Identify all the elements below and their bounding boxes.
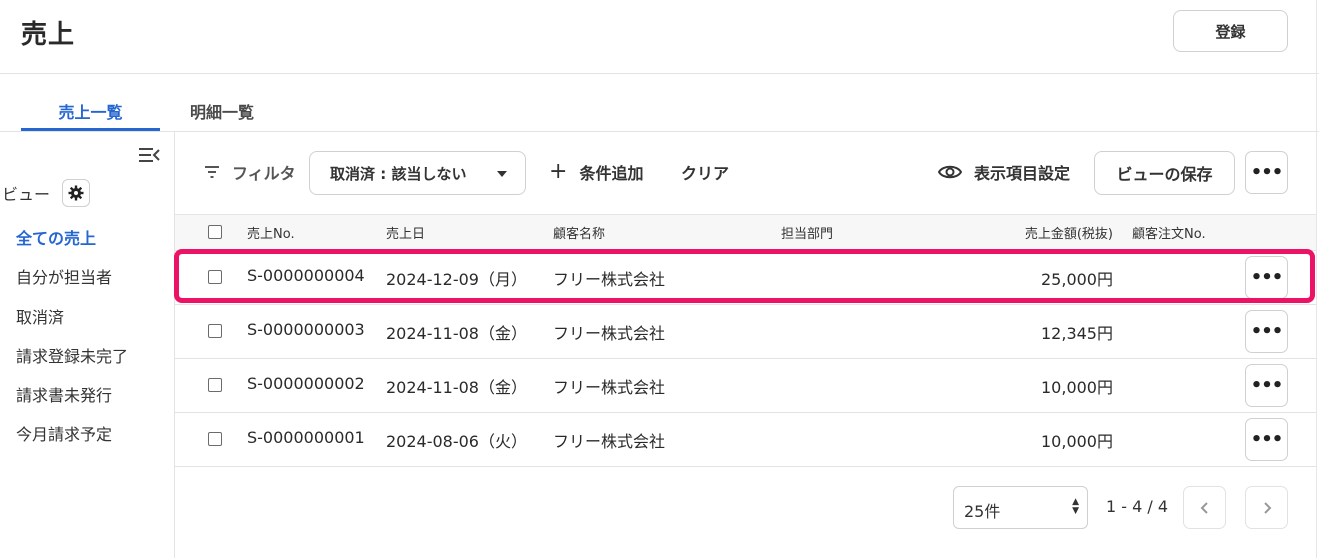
view-settings-button[interactable] <box>62 179 90 207</box>
row-sales-no[interactable]: S-0000000001 <box>247 428 365 447</box>
column-header-sales-date[interactable]: 売上日 <box>386 223 425 242</box>
row-divider <box>175 358 1316 359</box>
row-sales-no[interactable]: S-0000000004 <box>247 266 365 285</box>
more-horizontal-icon: ••• <box>1250 267 1284 288</box>
column-header-order-no[interactable]: 顧客注文No. <box>1132 223 1206 242</box>
view-section-label: ビュー <box>2 185 51 204</box>
chevron-right-icon <box>1263 501 1271 514</box>
eye-icon <box>938 165 962 179</box>
prev-page-button[interactable] <box>1183 486 1226 529</box>
row-customer: フリー株式会社 <box>553 324 666 343</box>
more-horizontal-icon: ••• <box>1250 429 1284 450</box>
column-header-sales-no[interactable]: 売上No. <box>247 223 295 242</box>
per-page-select[interactable]: 25件 ▲ ▼ <box>953 486 1088 529</box>
row-checkbox[interactable] <box>208 324 222 338</box>
filter-select-value: 取消済 : 該当しない <box>330 165 467 183</box>
row-checkbox[interactable] <box>208 270 222 284</box>
row-customer: フリー株式会社 <box>553 270 666 289</box>
tab-detail-list[interactable]: 明細一覧 <box>190 99 254 123</box>
row-more-button[interactable]: ••• <box>1245 310 1288 353</box>
scrollbar-track <box>1316 0 1317 558</box>
column-header-customer[interactable]: 顧客名称 <box>553 223 605 242</box>
sidebar-item-cancelled[interactable]: 取消済 <box>16 304 64 328</box>
row-divider <box>175 466 1316 467</box>
column-header-amount[interactable]: 売上金額(税抜) <box>953 223 1113 242</box>
toolbar-more-button[interactable]: ••• <box>1245 151 1288 194</box>
add-condition-label: 条件追加 <box>579 164 644 183</box>
row-sales-date: 2024-11-08（金） <box>386 378 527 397</box>
row-checkbox[interactable] <box>208 378 222 392</box>
page-title: 売上 <box>21 20 76 50</box>
updown-arrows-icon: ▲ ▼ <box>1072 497 1079 516</box>
sidebar-divider <box>174 131 175 558</box>
register-button[interactable]: 登録 <box>1173 10 1288 52</box>
row-more-button[interactable]: ••• <box>1245 418 1288 461</box>
chevron-left-icon <box>1200 501 1208 514</box>
save-view-button[interactable]: ビューの保存 <box>1094 151 1235 195</box>
more-horizontal-icon: ••• <box>1250 321 1284 342</box>
row-divider <box>175 304 1316 305</box>
chevron-down-icon <box>497 171 507 177</box>
row-sales-date: 2024-08-06（火） <box>386 432 527 451</box>
row-customer: フリー株式会社 <box>553 378 666 397</box>
filter-icon <box>203 163 221 181</box>
row-sales-no[interactable]: S-0000000002 <box>247 374 365 393</box>
clear-filter-button[interactable]: クリア <box>681 160 729 184</box>
sidebar-collapse-icon[interactable] <box>137 143 161 167</box>
select-all-checkbox[interactable] <box>208 225 222 239</box>
tab-sales-list[interactable]: 売上一覧 <box>21 99 160 123</box>
more-horizontal-icon: ••• <box>1250 375 1284 396</box>
page-range-text: 1 - 4 / 4 <box>1106 497 1169 516</box>
row-divider <box>175 412 1316 413</box>
next-page-button[interactable] <box>1245 486 1288 529</box>
row-sales-no[interactable]: S-0000000003 <box>247 320 365 339</box>
sidebar-item-my-assigned[interactable]: 自分が担当者 <box>16 264 112 288</box>
column-header-department[interactable]: 担当部門 <box>781 223 833 242</box>
filter-label: フィルタ <box>232 164 296 183</box>
filter-cancelled-select[interactable]: 取消済 : 該当しない <box>309 151 526 195</box>
row-more-button[interactable]: ••• <box>1245 364 1288 407</box>
row-more-button[interactable]: ••• <box>1245 256 1288 299</box>
tabs-divider <box>0 131 1319 132</box>
display-settings-button[interactable]: 表示項目設定 <box>938 160 1070 184</box>
row-sales-date: 2024-12-09（月） <box>386 270 527 289</box>
sidebar-item-billing-incomplete[interactable]: 請求登録未完了 <box>16 343 128 367</box>
row-amount: 12,345円 <box>1041 324 1113 343</box>
sidebar-item-all-sales[interactable]: 全ての売上 <box>16 225 96 249</box>
row-amount: 10,000円 <box>1041 378 1113 397</box>
row-sales-date: 2024-11-08（金） <box>386 324 527 343</box>
sidebar-item-this-month-billing[interactable]: 今月請求予定 <box>16 421 112 445</box>
row-customer: フリー株式会社 <box>553 432 666 451</box>
plus-icon: + <box>549 159 568 184</box>
per-page-value: 25件 <box>964 502 1001 521</box>
row-amount: 10,000円 <box>1041 432 1113 451</box>
header-divider <box>0 73 1319 74</box>
gear-icon <box>68 185 84 201</box>
row-checkbox[interactable] <box>208 432 222 446</box>
display-settings-label: 表示項目設定 <box>974 164 1071 183</box>
sidebar-item-invoice-unissued[interactable]: 請求書未発行 <box>16 382 112 406</box>
add-condition-button[interactable]: + 条件追加 <box>549 160 643 184</box>
more-horizontal-icon: ••• <box>1250 162 1284 183</box>
row-amount: 25,000円 <box>1041 270 1113 289</box>
